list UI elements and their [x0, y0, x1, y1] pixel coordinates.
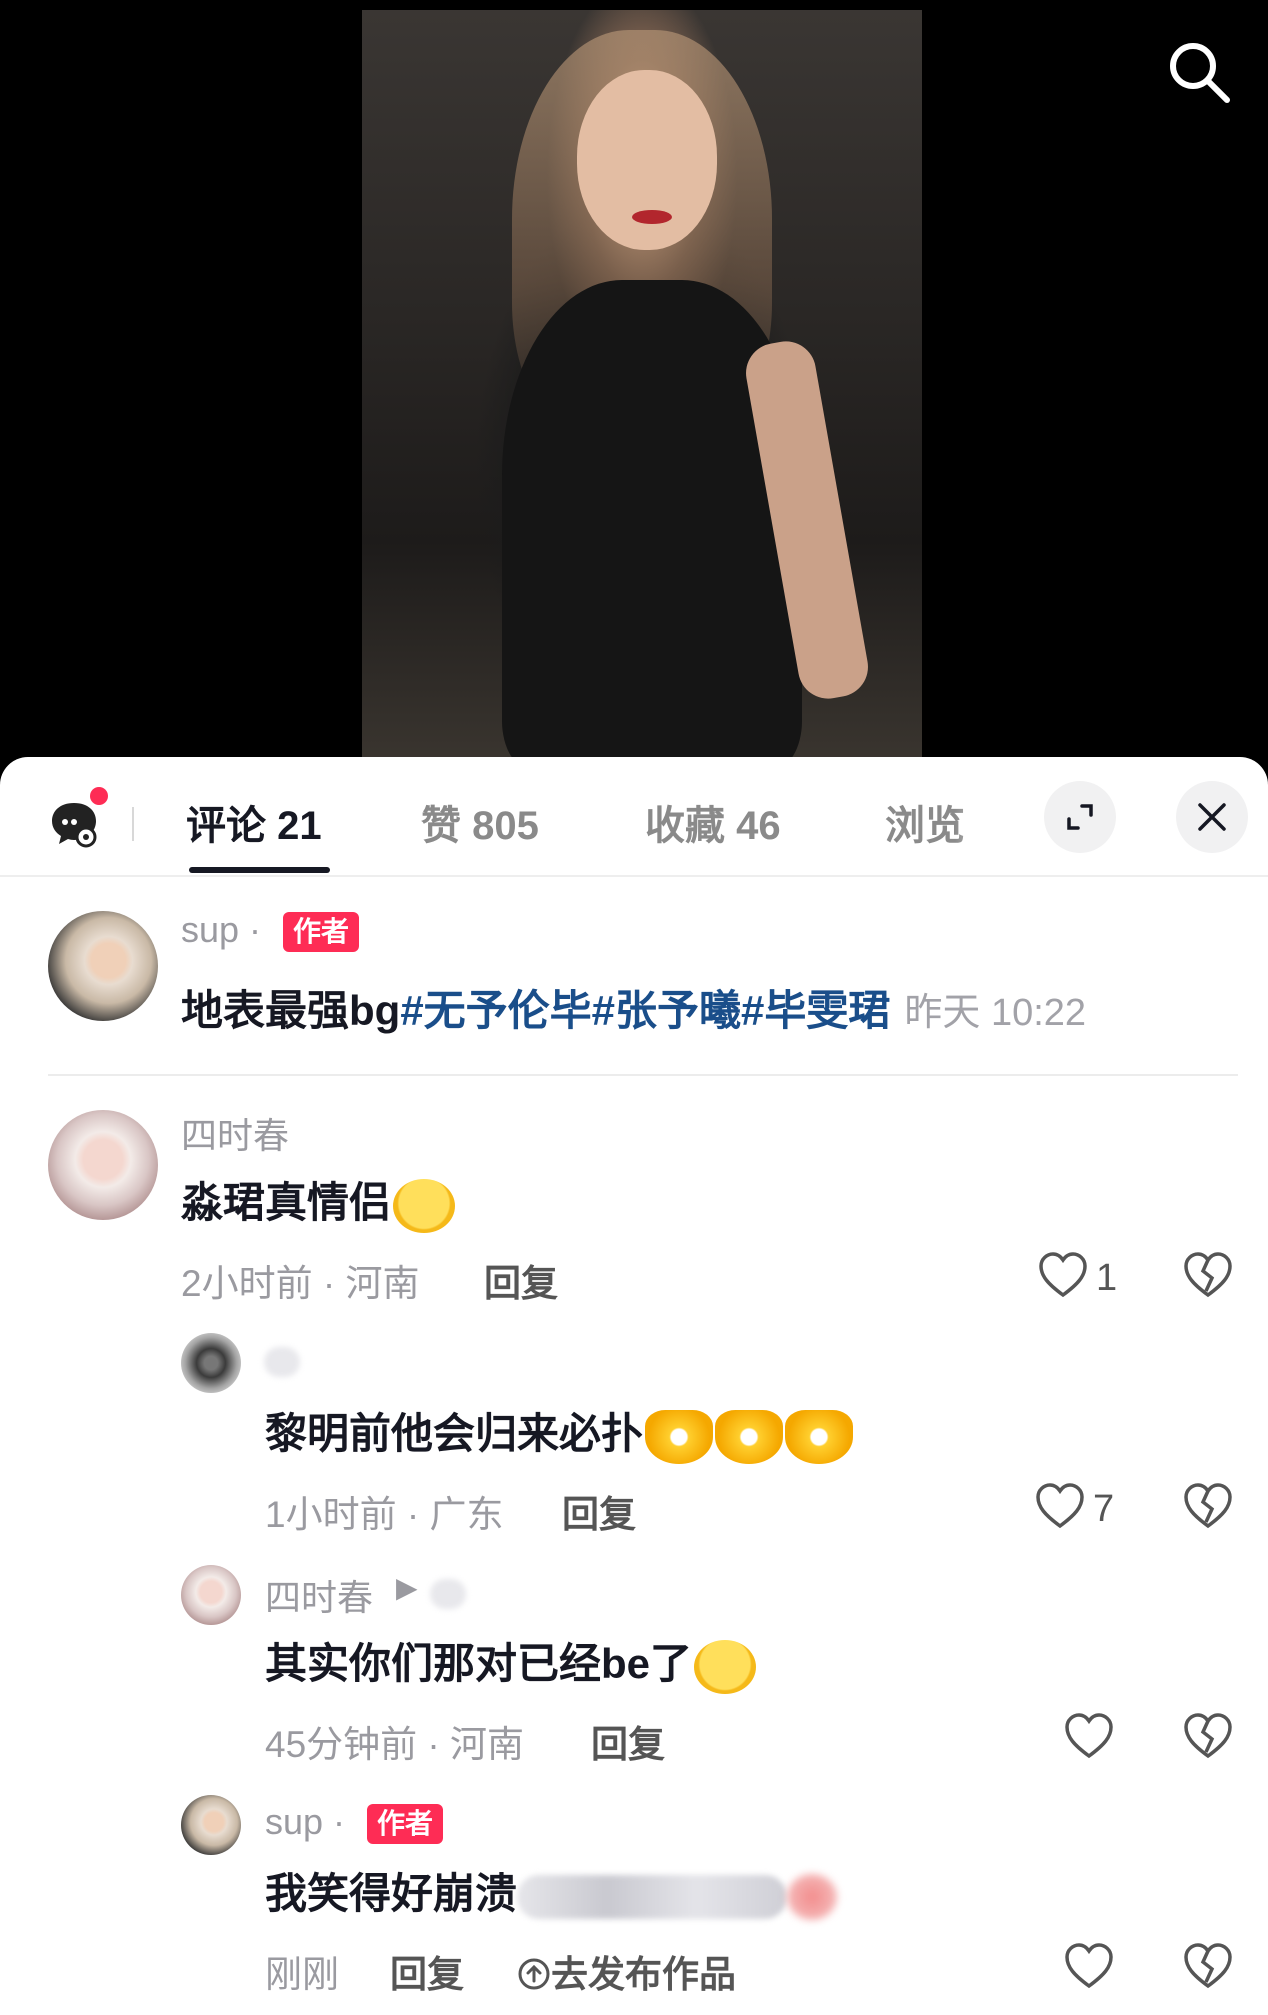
like-button[interactable]: 7 — [1035, 1482, 1155, 1542]
broken-heart-icon — [1184, 1483, 1232, 1529]
comment-sheet: 评论 21 赞 805 收藏 46 浏览 sup · 作者 地表最强bg#无予伦… — [0, 757, 1268, 2015]
chat-bubble-icon — [52, 803, 97, 848]
publish-work-label: 去发布作品 — [551, 1954, 736, 1995]
comment-text-content: 淼珺真情侣 — [181, 1179, 392, 1226]
reply-target-blurred[interactable] — [430, 1579, 466, 1609]
author-post: sup · 作者 地表最强bg#无予伦毕#张予曦#毕雯珺 昨天 10:22 — [0, 877, 1268, 1077]
chat-settings-button[interactable] — [48, 787, 108, 849]
username-separator: · — [239, 909, 262, 950]
reply-text: 其实你们那对已经be了 — [265, 1630, 757, 1694]
tab-favorites-label: 收藏 — [645, 804, 725, 848]
post-timestamp: 昨天 10:22 — [904, 992, 1087, 1034]
author-badge: 作者 — [367, 1804, 444, 1844]
reply-meta: 45分钟前 · 河南 — [265, 1724, 525, 1765]
divider — [48, 1074, 1238, 1076]
broken-heart-icon — [1184, 1252, 1232, 1298]
reply-username-text: sup — [265, 1801, 324, 1842]
like-count: 1 — [1096, 1257, 1118, 1299]
author-badge: 作者 — [283, 912, 360, 952]
reply-to-arrow: ▶ — [396, 1572, 418, 1603]
post-text-prefix: 地表最强bg — [181, 987, 401, 1034]
tears-of-joy-emoji — [393, 1178, 456, 1233]
reply-button[interactable]: 回复 — [591, 1714, 665, 1768]
avatar[interactable] — [48, 1110, 158, 1220]
heart-hands-emoji — [785, 1409, 854, 1464]
like-button[interactable]: 1 — [1038, 1251, 1158, 1311]
heart-hands-emoji — [715, 1409, 784, 1464]
hashtag-link[interactable]: #张予曦 — [592, 987, 741, 1034]
tab-bar: 评论 21 赞 805 收藏 46 浏览 — [0, 757, 1268, 877]
author-username-text: sup — [181, 909, 240, 950]
tab-separator — [132, 807, 134, 841]
blurred-emoji — [787, 1873, 838, 1920]
reply-text-content: 我笑得好崩溃 — [265, 1870, 518, 1917]
hashtag-link[interactable]: #无予伦毕 — [400, 987, 591, 1034]
video-frame[interactable] — [362, 10, 922, 770]
video-player[interactable] — [0, 0, 1268, 770]
tears-of-joy-emoji — [694, 1639, 757, 1694]
author-post-text: 地表最强bg#无予伦毕#张予曦#毕雯珺 昨天 10:22 — [181, 977, 1086, 1038]
reply-button[interactable]: 回复 — [390, 1944, 464, 1998]
tab-views-label: 浏览 — [885, 804, 965, 848]
heart-icon — [1065, 1713, 1113, 1759]
tab-likes-count: 805 — [472, 804, 539, 848]
heart-hands-emoji — [645, 1409, 714, 1464]
dislike-button[interactable] — [1182, 1482, 1238, 1538]
publish-work-link[interactable]: 去发布作品 — [517, 1944, 736, 1998]
reply-text: 黎明前他会归来必扑 — [265, 1400, 854, 1464]
reply-username[interactable]: sup · — [265, 1801, 345, 1843]
dislike-button[interactable] — [1182, 1942, 1238, 1998]
avatar[interactable] — [181, 1333, 241, 1393]
reply-text-content: 其实你们那对已经be了 — [265, 1640, 693, 1687]
expand-button[interactable] — [1044, 781, 1116, 853]
reply-button[interactable]: 回复 — [562, 1484, 636, 1538]
reply-meta: 刚刚 — [265, 1954, 339, 1995]
tab-views[interactable]: 浏览 — [885, 793, 965, 851]
tab-favorites[interactable]: 收藏 46 — [645, 793, 781, 851]
close-button[interactable] — [1176, 781, 1248, 853]
reply-meta: 1小时前 · 广东 — [265, 1494, 504, 1535]
upload-circle-icon — [518, 1958, 550, 1990]
broken-heart-icon — [1184, 1943, 1232, 1989]
heart-icon — [1039, 1252, 1087, 1298]
like-button[interactable] — [1064, 1942, 1184, 2002]
tab-likes-label: 赞 — [421, 804, 461, 848]
tab-comments-count: 21 — [277, 804, 322, 848]
expand-icon — [1067, 804, 1093, 830]
comment-text: 淼珺真情侣 — [181, 1169, 456, 1233]
reply-username[interactable]: 四时春 — [265, 1569, 373, 1621]
comment-meta: 2小时前 · 河南 — [181, 1263, 420, 1304]
author-username[interactable]: sup · — [181, 909, 261, 951]
tab-comments-label: 评论 — [186, 804, 266, 848]
username-separator: · — [323, 1801, 346, 1842]
reply-username-blurred[interactable] — [264, 1347, 300, 1377]
search-icon — [1170, 43, 1230, 103]
dislike-button[interactable] — [1182, 1251, 1238, 1307]
blurred-text — [517, 1874, 788, 1919]
tab-comments[interactable]: 评论 21 — [186, 793, 322, 851]
video-subject-lips — [632, 210, 672, 224]
avatar[interactable] — [48, 911, 158, 1021]
avatar[interactable] — [181, 1795, 241, 1855]
avatar[interactable] — [181, 1565, 241, 1625]
close-icon — [1198, 803, 1226, 831]
tab-likes[interactable]: 赞 805 — [421, 793, 539, 851]
like-count: 7 — [1093, 1488, 1115, 1530]
broken-heart-icon — [1184, 1713, 1232, 1759]
reply-text-content: 黎明前他会归来必扑 — [265, 1410, 644, 1457]
tab-overflow-fade — [955, 777, 1035, 857]
comment-username[interactable]: 四时春 — [181, 1107, 289, 1159]
reply-text: 我笑得好崩溃 — [265, 1860, 838, 1921]
notification-dot — [90, 787, 108, 805]
heart-icon — [1036, 1483, 1084, 1529]
dislike-button[interactable] — [1182, 1712, 1238, 1768]
hashtag-link[interactable]: #毕雯珺 — [741, 987, 890, 1034]
heart-icon — [1065, 1943, 1113, 1989]
tab-favorites-count: 46 — [736, 804, 781, 848]
active-tab-indicator — [189, 867, 330, 873]
like-button[interactable] — [1064, 1712, 1184, 1772]
reply-button[interactable]: 回复 — [484, 1253, 558, 1307]
search-button[interactable] — [1163, 36, 1235, 108]
